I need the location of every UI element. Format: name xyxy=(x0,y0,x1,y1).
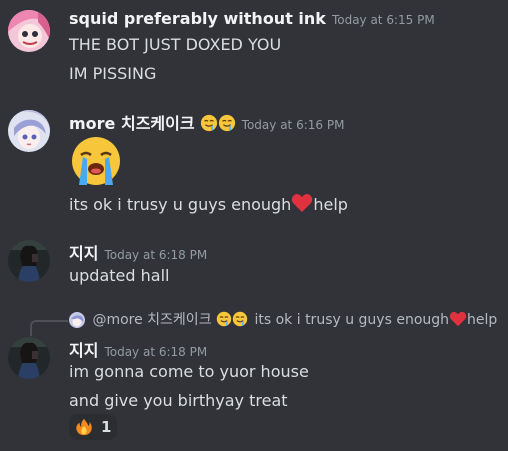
message-text: updated hall xyxy=(69,266,170,285)
username[interactable]: 지지 xyxy=(69,341,98,360)
reply-text: help xyxy=(467,312,498,328)
timestamp: Today at 6:16 PM xyxy=(241,118,345,132)
reply-text: its ok i trusy u guys enough xyxy=(254,312,450,328)
loudly-crying-face-icon xyxy=(69,135,123,189)
avatar-jiji[interactable] xyxy=(8,337,50,379)
message-text: and give you birthyay treat xyxy=(69,391,288,410)
username[interactable]: squid preferably without ink xyxy=(69,9,326,28)
message-text-part: its ok i trusy u guys enough xyxy=(69,195,292,214)
timestamp: Today at 6:15 PM xyxy=(331,13,435,27)
drooling-face-icon xyxy=(216,311,232,331)
drooling-face-icon xyxy=(218,114,236,136)
message-text: IM PISSING xyxy=(69,64,157,83)
reaction-fire[interactable]: 1 xyxy=(69,414,117,440)
red-heart-icon xyxy=(291,193,313,217)
message-text: THE BOT JUST DOXED YOU xyxy=(69,35,282,54)
avatar-squid[interactable] xyxy=(8,10,50,52)
timestamp: Today at 6:18 PM xyxy=(104,345,208,359)
red-heart-icon xyxy=(449,311,467,331)
message-text-part: help xyxy=(313,195,348,214)
avatar-more[interactable] xyxy=(8,110,50,152)
reaction-count: 1 xyxy=(101,418,112,436)
reply-preview[interactable]: @more 치즈케이크 its ok i trusy u guys enough… xyxy=(69,309,497,331)
reply-avatar xyxy=(69,312,85,332)
username[interactable]: more 치즈케이크 xyxy=(69,114,195,133)
timestamp: Today at 6:18 PM xyxy=(104,248,208,262)
message-text: im gonna come to yuor house xyxy=(69,362,309,381)
drooling-face-icon xyxy=(232,311,248,331)
username[interactable]: 지지 xyxy=(69,244,98,263)
reply-mention[interactable]: @more 치즈케이크 xyxy=(92,312,211,328)
fire-icon xyxy=(75,418,93,436)
avatar-jiji[interactable] xyxy=(8,240,50,282)
drooling-face-icon xyxy=(200,114,218,136)
reply-connector xyxy=(30,320,68,336)
message-text: its ok i trusy u guys enough help xyxy=(69,193,348,217)
